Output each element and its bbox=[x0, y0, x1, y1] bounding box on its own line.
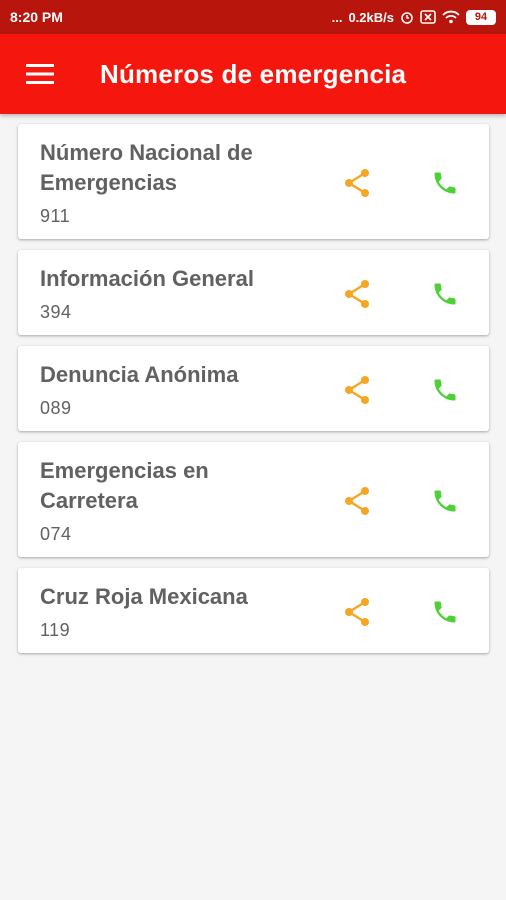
status-bar: 8:20 PM ... 0.2kB/s 94 bbox=[0, 0, 506, 34]
battery-indicator: 94 bbox=[466, 9, 496, 25]
contact-card[interactable]: Emergencias en Carretera 074 bbox=[18, 442, 489, 557]
contact-card[interactable]: Denuncia Anónima 089 bbox=[18, 346, 489, 431]
contact-card[interactable]: Información General 394 bbox=[18, 250, 489, 335]
contact-name: Cruz Roja Mexicana bbox=[40, 584, 248, 609]
contact-card[interactable]: Número Nacional de Emergencias 911 bbox=[18, 124, 489, 239]
hamburger-menu-icon[interactable] bbox=[0, 34, 80, 114]
share-icon[interactable] bbox=[313, 272, 401, 316]
contact-number: 119 bbox=[40, 620, 71, 640]
share-icon[interactable] bbox=[313, 479, 401, 523]
phone-icon[interactable] bbox=[401, 161, 489, 205]
alarm-icon bbox=[400, 10, 414, 24]
wifi-icon bbox=[442, 10, 460, 24]
contact-number: 394 bbox=[40, 302, 72, 322]
contact-name: Denuncia Anónima bbox=[40, 362, 239, 387]
contact-name: Emergencias en Carretera bbox=[40, 458, 209, 513]
status-indicators: ... 0.2kB/s 94 bbox=[331, 9, 496, 25]
phone-icon[interactable] bbox=[401, 368, 489, 412]
contact-number: 074 bbox=[40, 524, 72, 544]
share-icon[interactable] bbox=[313, 368, 401, 412]
sim-blocked-icon bbox=[420, 10, 436, 24]
app-bar: Números de emergencia bbox=[0, 34, 506, 114]
contact-number: 089 bbox=[40, 398, 72, 418]
contact-number: 911 bbox=[40, 206, 71, 226]
status-time: 8:20 PM bbox=[10, 9, 63, 25]
phone-icon[interactable] bbox=[401, 590, 489, 634]
share-icon[interactable] bbox=[313, 161, 401, 205]
page-title: Números de emergencia bbox=[100, 58, 407, 89]
network-speed: 0.2kB/s bbox=[348, 9, 394, 25]
phone-icon[interactable] bbox=[401, 479, 489, 523]
notification-dots: ... bbox=[331, 9, 343, 25]
phone-icon[interactable] bbox=[401, 272, 489, 316]
contact-name: Número Nacional de Emergencias bbox=[40, 140, 253, 195]
contact-card[interactable]: Cruz Roja Mexicana 119 bbox=[18, 568, 489, 653]
share-icon[interactable] bbox=[313, 590, 401, 634]
contact-name: Información General bbox=[40, 266, 254, 291]
emergency-list: Número Nacional de Emergencias 911 Infor… bbox=[18, 124, 489, 664]
